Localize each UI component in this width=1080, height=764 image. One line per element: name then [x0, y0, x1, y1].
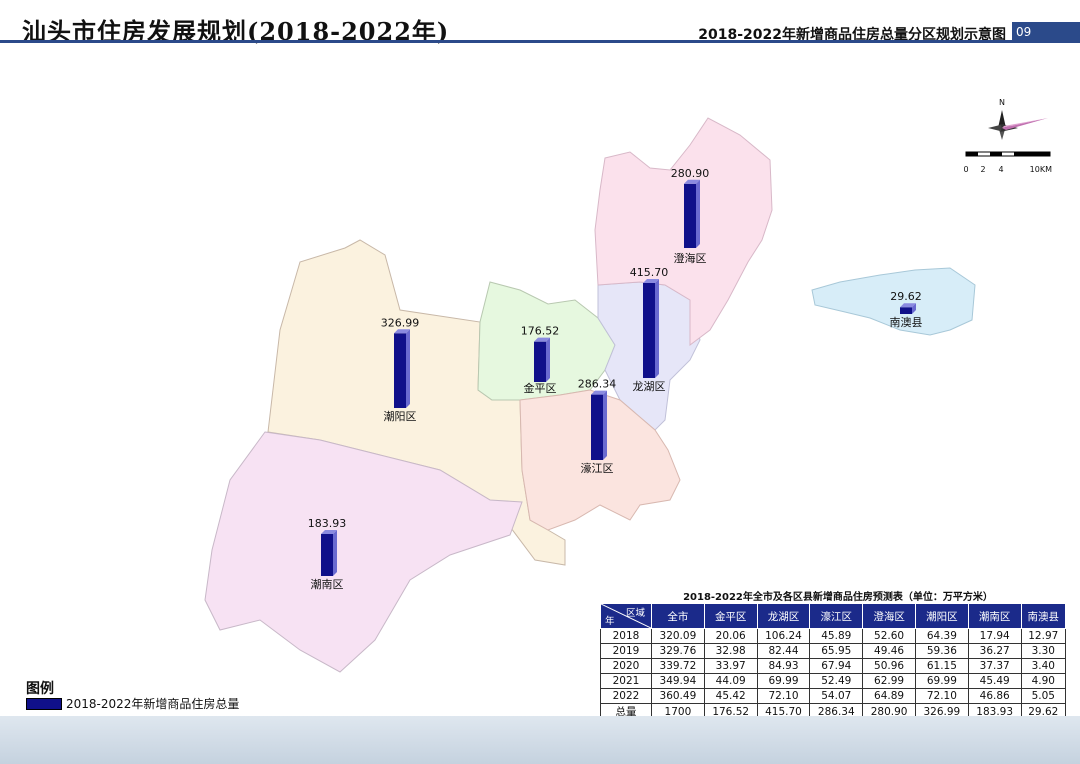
table-cell: 69.99 — [756, 673, 811, 689]
table-cell: 52.60 — [862, 628, 916, 644]
value-label-longhu: 415.70 — [630, 266, 669, 279]
column-header: 南澳县 — [1020, 603, 1067, 629]
scale-label-2: 2 — [980, 165, 985, 174]
row-year: 2022 — [600, 688, 652, 704]
column-header: 金平区 — [703, 603, 758, 629]
district-name-jinping: 金平区 — [524, 381, 557, 395]
table-cell: 45.42 — [703, 688, 758, 704]
table-cell: 49.46 — [862, 643, 916, 659]
table-cell: 339.72 — [651, 658, 705, 674]
value-label-jinping: 176.52 — [521, 325, 560, 338]
table-row: 2022 360.49 45.42 72.10 54.07 64.89 72.10 46.86… — [600, 688, 1067, 704]
table-cell: 64.89 — [862, 688, 916, 704]
table-cell: 106.24 — [756, 628, 811, 644]
bar-chaoyang — [394, 329, 410, 408]
table-cell: 62.99 — [862, 673, 916, 689]
table-cell: 59.36 — [914, 643, 969, 659]
table-cell: 45.49 — [967, 673, 1022, 689]
skyline-banner — [0, 716, 1080, 764]
table-cell: 64.39 — [914, 628, 969, 644]
table-cell: 52.49 — [809, 673, 864, 689]
column-header: 潮阳区 — [914, 603, 969, 629]
row-year: 2018 — [600, 628, 652, 644]
column-header: 濠江区 — [809, 603, 864, 629]
district-name-chaonan: 潮南区 — [311, 577, 344, 591]
district-name-haojiang: 濠江区 — [581, 461, 614, 475]
table-cell: 33.97 — [703, 658, 758, 674]
bar-chenghai — [684, 179, 700, 248]
district-name-chenghai: 澄海区 — [674, 251, 707, 265]
column-header: 全市 — [651, 603, 705, 629]
table-corner: 区域 年 — [600, 603, 652, 629]
table-cell: 20.06 — [703, 628, 758, 644]
table-cell: 65.95 — [809, 643, 864, 659]
table-cell: 54.07 — [809, 688, 864, 704]
table-cell: 32.98 — [703, 643, 758, 659]
table-cell: 61.15 — [914, 658, 969, 674]
row-year: 2020 — [600, 658, 652, 674]
bar-longhu — [643, 279, 659, 378]
table-cell: 320.09 — [651, 628, 705, 644]
value-label-chaoyang: 326.99 — [381, 316, 420, 329]
table-header-row: 区域 年 全市 金平区 龙湖区 濠江区 澄海区 潮阳区 潮南区 南澳县 — [600, 603, 1067, 629]
table-cell: 37.37 — [967, 658, 1022, 674]
column-header: 龙湖区 — [756, 603, 811, 629]
table-caption: 2018-2022年全市及各区县新增商品住房预测表（单位：万平方米） — [683, 592, 993, 603]
table-row: 2019 329.76 32.98 82.44 65.95 49.46 59.36 36.27… — [600, 643, 1067, 659]
column-header: 潮南区 — [967, 603, 1022, 629]
table-cell: 45.89 — [809, 628, 864, 644]
table-cell: 46.86 — [967, 688, 1022, 704]
table-cell: 82.44 — [756, 643, 811, 659]
column-header: 澄海区 — [862, 603, 916, 629]
table-cell: 4.90 — [1020, 673, 1067, 689]
bar-chaonan — [321, 529, 337, 576]
row-year: 2021 — [600, 673, 652, 689]
table-row: 2020 339.72 33.97 84.93 67.94 50.96 61.15 37.37… — [600, 658, 1067, 674]
table-cell: 3.40 — [1020, 658, 1067, 674]
legend-swatch — [26, 698, 62, 710]
compass-and-scale: N 0 2 4 10KM — [963, 98, 1052, 174]
table-cell: 329.76 — [651, 643, 705, 659]
table-row: 2018 320.09 20.06 106.24 45.89 52.60 64.39 17.9… — [600, 628, 1067, 644]
bar-haojiang — [591, 390, 607, 460]
north-arrow-icon — [988, 110, 1048, 140]
table-cell: 360.49 — [651, 688, 705, 704]
table-cell: 69.99 — [914, 673, 969, 689]
table-cell: 72.10 — [756, 688, 811, 704]
table-cell: 84.93 — [756, 658, 811, 674]
corner-year-label: 年 — [605, 616, 615, 627]
value-label-chenghai: 280.90 — [671, 167, 710, 180]
table-cell: 5.05 — [1020, 688, 1067, 704]
scale-label-10km: 10KM — [1030, 165, 1052, 174]
value-label-chaonan: 183.93 — [308, 517, 347, 530]
district-name-nanao: 南澳县 — [890, 316, 923, 329]
legend-title: 图例 — [26, 681, 54, 697]
legend-label: 2018-2022年新增商品住房总量 — [66, 697, 240, 711]
table-row: 2021 349.94 44.09 69.99 52.49 62.99 69.99 45.49… — [600, 673, 1067, 689]
scale-label-0: 0 — [963, 165, 968, 174]
table-cell: 72.10 — [914, 688, 969, 704]
row-year: 2019 — [600, 643, 652, 659]
value-label-haojiang: 286.34 — [578, 378, 617, 391]
corner-region-label: 区域 — [625, 608, 645, 619]
table-cell: 349.94 — [651, 673, 705, 689]
district-name-chaoyang: 潮阳区 — [384, 409, 417, 423]
scale-label-4: 4 — [998, 165, 1003, 174]
forecast-table: 区域 年 全市 金平区 龙湖区 濠江区 澄海区 潮阳区 潮南区 南澳县 2018 320.09 2… — [600, 603, 1067, 720]
table-cell: 50.96 — [862, 658, 916, 674]
table-cell: 3.30 — [1020, 643, 1067, 659]
district-name-longhu: 龙湖区 — [633, 380, 666, 393]
bar-nanao — [900, 303, 916, 314]
table-cell: 44.09 — [703, 673, 758, 689]
bar-jinping — [534, 337, 550, 382]
north-label: N — [999, 98, 1005, 107]
scale-bar — [965, 151, 1051, 157]
table-cell: 17.94 — [967, 628, 1022, 644]
table-cell: 12.97 — [1020, 628, 1067, 644]
table-cell: 36.27 — [967, 643, 1022, 659]
table-cell: 67.94 — [809, 658, 864, 674]
value-label-nanao: 29.62 — [890, 290, 922, 303]
